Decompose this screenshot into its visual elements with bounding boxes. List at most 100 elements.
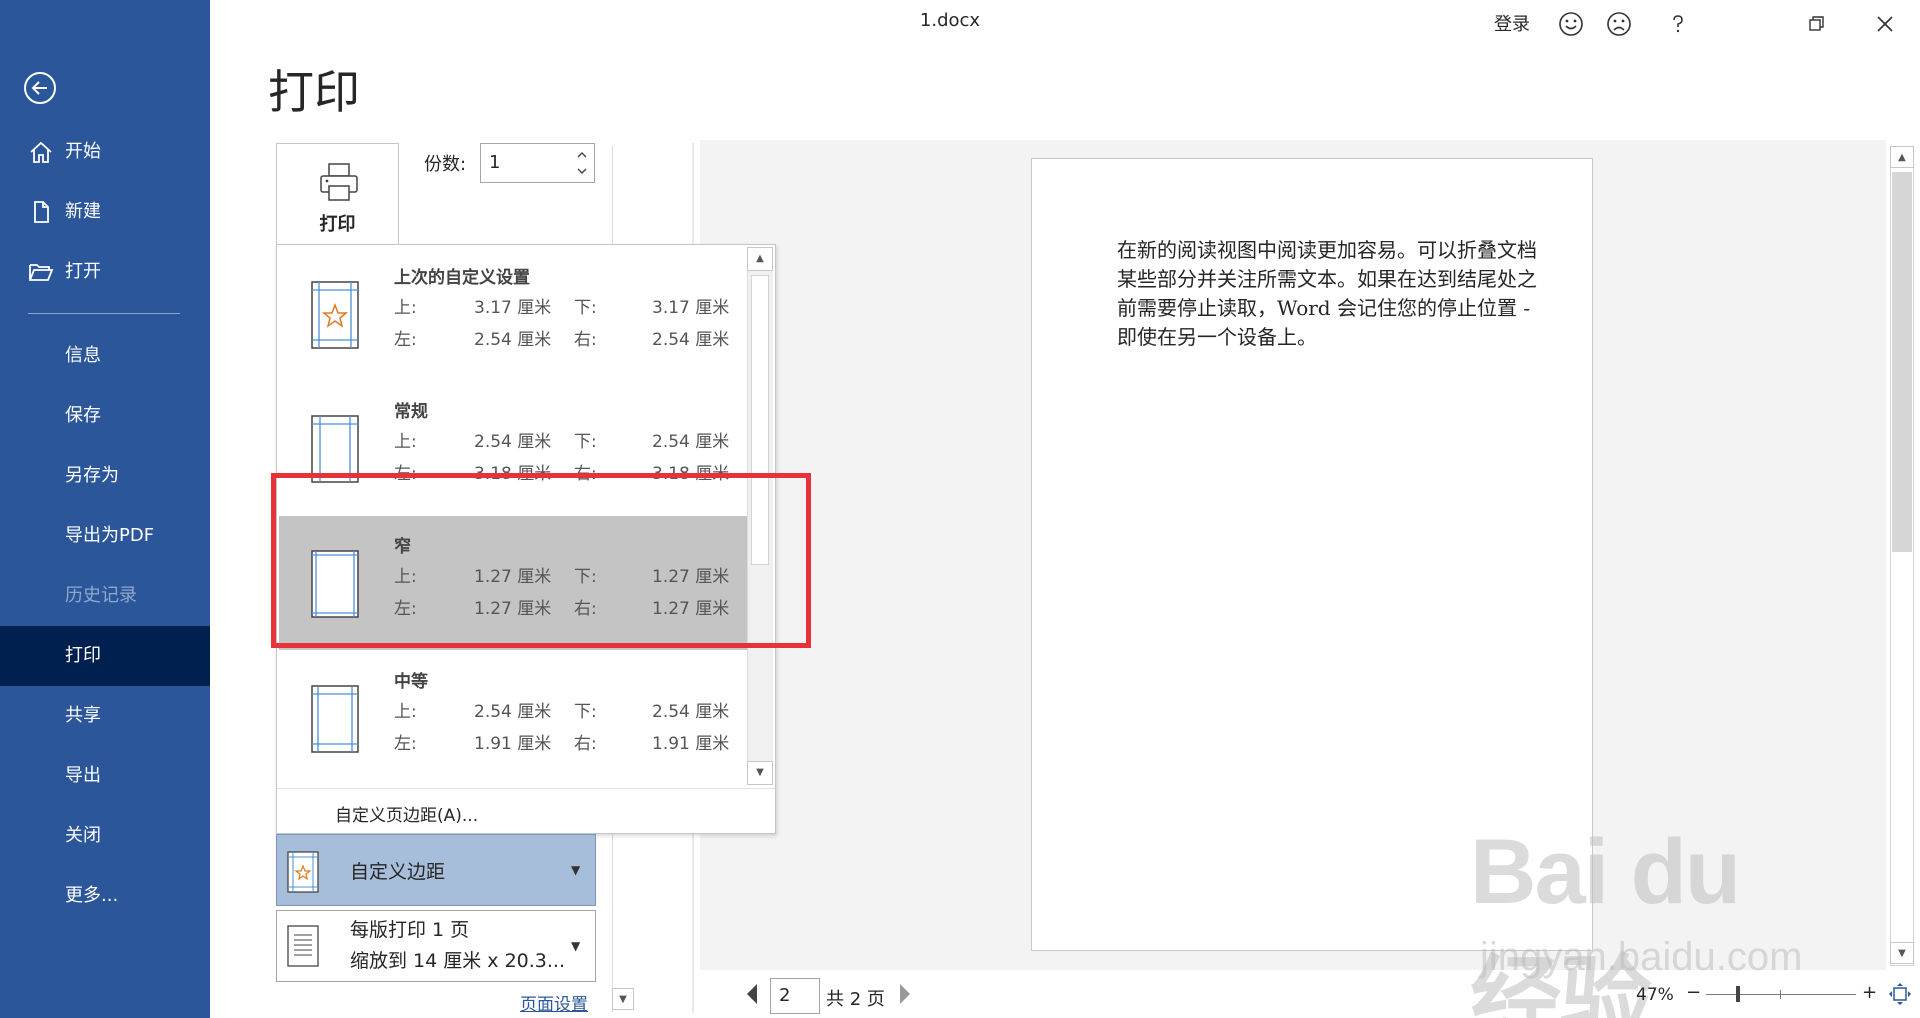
top-value: 2.54 厘米	[474, 432, 552, 452]
nav-item-info[interactable]: 信息	[0, 326, 210, 386]
nav-item-export[interactable]: 导出	[0, 746, 210, 806]
copies-label: 份数:	[424, 154, 467, 175]
bottom-label: 下:	[574, 432, 597, 452]
top-label: 上:	[394, 702, 417, 722]
nav-item-label: 历史记录	[65, 585, 137, 606]
margins-setting-button[interactable]: 自定义边距 ▼	[276, 834, 596, 906]
page-title: 打印	[268, 65, 360, 119]
nav-item-print[interactable]: 打印	[0, 626, 210, 686]
top-label: 上:	[394, 298, 417, 318]
nav-item-label: 另存为	[65, 465, 119, 486]
page-number-input[interactable]: 2	[770, 978, 820, 1014]
zoom-center-tick	[1780, 990, 1781, 999]
left-label: 左:	[394, 734, 417, 754]
frown-feedback-icon[interactable]	[1605, 10, 1633, 38]
left-label: 左:	[394, 330, 417, 350]
top-value: 3.17 厘米	[474, 298, 552, 318]
help-icon[interactable]	[1664, 10, 1692, 38]
bottom-label: 下:	[574, 702, 597, 722]
right-label: 右:	[574, 330, 597, 350]
right-label: 右:	[574, 734, 597, 754]
dropdown-arrow-icon: ▼	[571, 939, 581, 953]
margin-option-name: 常规	[394, 402, 428, 422]
zoom-slider[interactable]	[1706, 994, 1856, 995]
margin-option-name: 上次的自定义设置	[394, 268, 530, 288]
nav-item-label: 导出为PDF	[65, 525, 155, 546]
margin-option-name: 中等	[394, 672, 428, 692]
back-arrow-icon[interactable]	[22, 70, 58, 106]
nav-item-label: 开始	[65, 141, 101, 162]
preview-text: 在新的阅读视图中阅读更加容易。可以折叠文档某些部分并关注所需文本。如果在达到结尾…	[1117, 238, 1537, 349]
pages-per-sheet-setting[interactable]: 每版打印 1 页 缩放到 14 厘米 x 20.3... ▼	[276, 910, 596, 982]
scale-to-label: 缩放到 14 厘米 x 20.3...	[350, 950, 566, 972]
dropdown-separator	[277, 788, 775, 789]
moderate-margins-icon	[311, 685, 359, 753]
page-layout-icon	[287, 925, 319, 967]
scroll-up-arrow-icon[interactable]: ▲	[747, 247, 773, 271]
nav-item-label: 新建	[65, 201, 101, 222]
print-button[interactable]: 打印	[276, 143, 399, 247]
pages-per-sheet-label: 每版打印 1 页	[350, 919, 470, 941]
left-value: 2.54 厘米	[474, 330, 552, 350]
nav-item-label: 打印	[65, 645, 101, 666]
page-total-label: 共 2 页	[826, 989, 885, 1010]
nav-item-label: 打开	[65, 261, 101, 282]
margins-setting-label: 自定义边距	[350, 861, 446, 883]
restore-window-icon[interactable]	[1802, 10, 1830, 38]
close-window-icon[interactable]	[1871, 10, 1899, 38]
printer-icon	[317, 160, 361, 204]
new-document-icon	[28, 200, 54, 224]
bottom-value: 2.54 厘米	[652, 702, 730, 722]
login-link[interactable]: 登录	[1494, 10, 1530, 36]
print-button-label: 打印	[319, 214, 356, 235]
zoom-slider-thumb[interactable]	[1736, 986, 1740, 1002]
zoom-to-page-icon[interactable]	[1888, 982, 1912, 1006]
preview-scroll-thumb[interactable]	[1892, 172, 1912, 552]
scroll-down-arrow-icon[interactable]: ▼	[1890, 942, 1914, 964]
smiley-feedback-icon[interactable]	[1557, 10, 1585, 38]
margin-option-moderate[interactable]: 中等 上: 2.54 厘米 下: 2.54 厘米 左: 1.91 厘米 右: 1…	[279, 651, 747, 785]
open-folder-icon	[28, 260, 54, 284]
nav-item-more[interactable]: 更多...	[0, 866, 210, 926]
nav-item-save-as[interactable]: 另存为	[0, 446, 210, 506]
nav-item-label: 信息	[65, 345, 101, 366]
top-label: 上:	[394, 432, 417, 452]
custom-margins-menu-item[interactable]: 自定义页边距(A)...	[335, 801, 478, 826]
nav-item-close[interactable]: 关闭	[0, 806, 210, 866]
right-value: 1.91 厘米	[652, 734, 730, 754]
scroll-down-arrow-icon[interactable]: ▼	[612, 988, 634, 1010]
margin-option-last-custom[interactable]: 上次的自定义设置 上: 3.17 厘米 下: 3.17 厘米 左: 2.54 厘…	[279, 247, 747, 381]
previous-page-arrow-icon[interactable]	[745, 982, 759, 1006]
nav-item-share[interactable]: 共享	[0, 686, 210, 746]
zoom-out-button[interactable]: −	[1686, 982, 1701, 1003]
nav-item-home[interactable]: 开始	[0, 122, 210, 182]
document-title: 1.docx	[919, 10, 981, 31]
left-value: 1.91 厘米	[474, 734, 552, 754]
custom-margins-star-icon	[311, 281, 359, 349]
nav-item-new[interactable]: 新建	[0, 182, 210, 242]
right-value: 2.54 厘米	[652, 330, 730, 350]
bottom-value: 2.54 厘米	[652, 432, 730, 452]
nav-separator	[28, 313, 180, 314]
highlight-box	[271, 473, 811, 648]
nav-item-export-pdf[interactable]: 导出为PDF	[0, 506, 210, 566]
dropdown-arrow-icon: ▼	[571, 863, 581, 877]
backstage-sidebar: 开始 新建 打开 信息 保存 另存为 导出为PDF 历史记录 打印 共享 导出 …	[0, 0, 210, 1018]
bottom-value: 3.17 厘米	[652, 298, 730, 318]
page-setup-link[interactable]: 页面设置	[520, 990, 588, 1015]
scroll-down-arrow-icon[interactable]: ▼	[747, 761, 773, 785]
custom-margins-star-icon	[287, 851, 319, 893]
scroll-up-arrow-icon[interactable]: ▲	[1890, 146, 1914, 168]
nav-item-label: 保存	[65, 405, 101, 426]
top-value: 2.54 厘米	[474, 702, 552, 722]
watermark: Bai du 经验 jingyan.baidu.com	[1470, 820, 1850, 1018]
nav-item-history: 历史记录	[0, 566, 210, 626]
zoom-in-button[interactable]: +	[1862, 982, 1877, 1003]
nav-item-save[interactable]: 保存	[0, 386, 210, 446]
nav-item-label: 关闭	[65, 825, 101, 846]
bottom-label: 下:	[574, 298, 597, 318]
copies-stepper[interactable]	[574, 146, 590, 180]
next-page-arrow-icon[interactable]	[898, 982, 912, 1006]
nav-item-open[interactable]: 打开	[0, 242, 210, 302]
watermark-url: jingyan.baidu.com	[1480, 935, 1803, 979]
